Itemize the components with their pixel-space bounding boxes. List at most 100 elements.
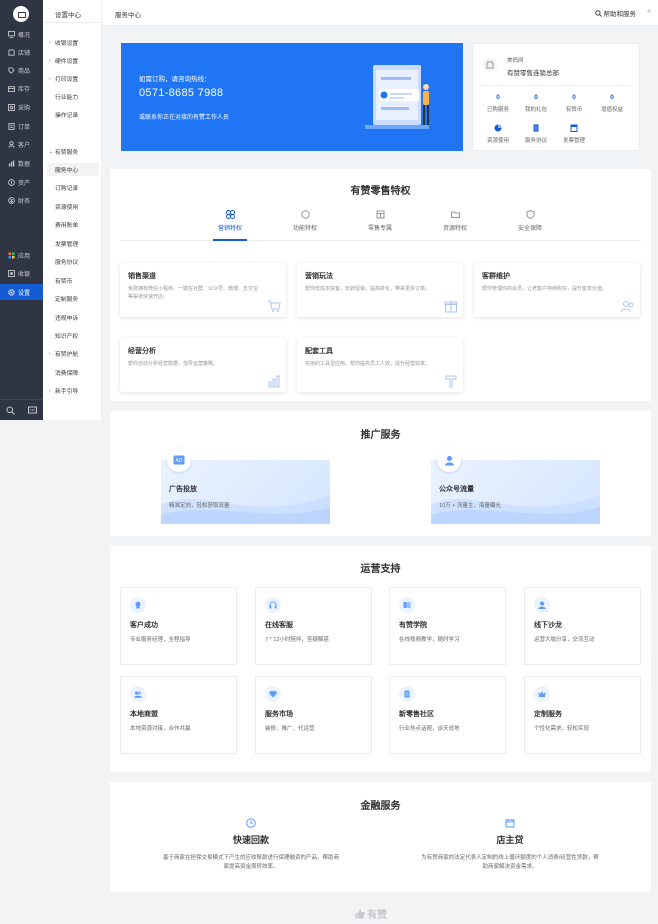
cart-icon [268, 300, 281, 312]
tool-service-agreement[interactable]: 服务协议 [517, 124, 555, 144]
tool-invoice-management[interactable]: 发票管理 [555, 124, 593, 144]
headset-icon [265, 597, 281, 613]
finance-desc-line: 家提高资金周转效率。 [223, 864, 279, 870]
promo-title: 广告投放 [169, 486, 197, 493]
subnav-item-label: 有赞服务 [55, 150, 79, 156]
tab-security[interactable]: 安全保障 [500, 210, 560, 232]
subnav-item-label: 服务中心 [55, 168, 79, 174]
subnav-item[interactable]: › 收银设置 [47, 36, 99, 49]
promo-card-official-account[interactable]: 公众号流量 10万 + 流量主，海量曝光 [431, 460, 600, 524]
shop-logo[interactable] [13, 6, 29, 22]
tab-marketing[interactable]: 营销特权 [200, 210, 260, 232]
rail-item-label: 客户 [18, 142, 31, 149]
subnav-item[interactable]: › 打印设置 [47, 72, 99, 85]
rail-item-orders[interactable]: 订单 [0, 118, 43, 134]
purchase-icon [7, 103, 15, 111]
subnav-item[interactable]: 定制服务 [47, 292, 99, 305]
primary-sidebar: 概况 店铺 商品 库存 采购 订单 客户 数据 资产 财务 应用 收银 设置 [0, 0, 43, 420]
shop-info-card: 美妈网 有赞零售连锁总部 0 已购服务 0 我的礼包 0 有赞币 0 增值权益 资源使用… [472, 43, 640, 151]
rail-item-store[interactable]: 店铺 [0, 44, 43, 60]
subnav-item[interactable]: 违规申诉 [47, 311, 99, 324]
promo-card-ads[interactable]: 广告投放 精准定向，轻松获取流量 [161, 460, 330, 524]
ops-card[interactable]: 服务市场 装修、推广、代运营 [255, 676, 372, 754]
order-icon [7, 122, 15, 130]
subnav-item[interactable]: 消费保障 [47, 366, 99, 379]
subnav-item[interactable]: 知识产权 [47, 329, 99, 342]
search-icon[interactable] [0, 400, 22, 420]
rail-item-apps[interactable]: 应用 [0, 247, 43, 263]
ops-card[interactable]: 有赞学院 在线视频教学，随时学习 [389, 587, 506, 665]
tab-feature[interactable]: 功能特权 [275, 210, 335, 232]
rail-item-data[interactable]: 数据 [0, 155, 43, 171]
subnav-item[interactable]: 服务协议 [47, 255, 99, 268]
stat-value: 0 [534, 94, 538, 101]
rail-item-inventory[interactable]: 库存 [0, 80, 43, 96]
pie-icon [494, 124, 502, 132]
rail-item-purchase[interactable]: 采购 [0, 99, 43, 115]
tab-retail-exclusive[interactable]: 零售专属 [350, 210, 410, 232]
ops-card[interactable]: 客户成功 专业服务经理，全程指导 [120, 587, 237, 665]
rail-item-goods[interactable]: 商品 [0, 62, 43, 78]
rail-item-customer[interactable]: 客户 [0, 136, 43, 152]
collapse-icon[interactable]: « [647, 8, 651, 15]
rail-item-settings[interactable]: 设置 [0, 284, 43, 300]
stat-value: 0 [610, 94, 614, 101]
rail-item-label: 店铺 [18, 50, 31, 57]
alliance-icon [130, 686, 146, 702]
ops-card[interactable]: 线下沙龙 运营大咖分享，交流互动 [524, 587, 641, 665]
help-button[interactable]: 帮助和服务 [594, 8, 636, 18]
subnav-item[interactable]: 操作记录 [47, 108, 99, 121]
subnav-item[interactable]: 订购记录 [47, 181, 99, 194]
ops-title: 本地商盟 [130, 711, 158, 718]
feature-title: 配套工具 [305, 348, 333, 355]
rail-item-finance[interactable]: 财务 [0, 192, 43, 208]
subnav-item[interactable]: 资源使用 [47, 200, 99, 213]
rail-item-assets[interactable]: 资产 [0, 174, 43, 190]
subnav-item[interactable]: 费用账单 [47, 218, 99, 231]
subnav-item-selected[interactable]: 服务中心 [47, 163, 99, 176]
ops-card[interactable]: 本地商盟 本地资源对接，合作共赢 [120, 676, 237, 754]
stat-youzan-coins[interactable]: 0 有赞币 [555, 94, 593, 113]
stat-value-added-rights[interactable]: 0 增值权益 [593, 94, 631, 113]
stat-purchased-services[interactable]: 0 已购服务 [479, 94, 517, 113]
subnav-item-label: 违规申诉 [55, 316, 79, 322]
feature-card[interactable]: 销售渠道 免费拥有微信小程序、一键在社群、公众号、微博、支付宝等渠道快速开店。 [120, 263, 286, 317]
hotline-number: 0571-8685 7988 [139, 87, 224, 99]
finance-desc-line: 基于商家在担保交易模式下产生的应收账款进行保理融资的产品，帮助商 [162, 855, 339, 861]
subnav-item[interactable]: › 新手引导 [47, 384, 99, 397]
rail-item-cashier[interactable]: 收银 [0, 265, 43, 281]
ops-card[interactable]: 在线客服 7 * 12小时陪伴，答疑解惑 [255, 587, 372, 665]
tools-icon [445, 375, 457, 388]
message-icon[interactable] [22, 400, 44, 420]
apps-icon [7, 251, 15, 259]
asset-icon [7, 178, 15, 186]
stat-label: 有赞币 [565, 107, 583, 113]
finance-item-fast-payback[interactable]: 快速回款 基于商家在担保交易模式下产生的应收账款进行保理融资的产品，帮助商 家提高… [141, 818, 361, 872]
ops-card[interactable]: 定制服务 个性化需求，轻松实现 [524, 676, 641, 754]
footer-brand-text: 有赞 [367, 910, 387, 921]
data-icon [7, 159, 15, 167]
feature-title: 营销玩法 [305, 273, 333, 280]
tag-icon [7, 66, 15, 74]
finance-desc-line: 为有赞商家的法定代表人定制的线上循环额度的个人消费/经营性贷款，帮 [421, 855, 599, 861]
subnav-group-open[interactable]: ⌄ 有赞服务 [47, 145, 99, 158]
subnav-item[interactable]: 有赞币 [47, 274, 99, 287]
feature-card[interactable]: 营销玩法 帮你低成本获客，玩转促销，提高转化，带来更多订单。 [297, 263, 463, 317]
promo-title: 公众号流量 [439, 486, 474, 493]
bar-chart-icon [268, 375, 280, 388]
stat-my-gifts[interactable]: 0 我的礼包 [517, 94, 555, 113]
feature-card[interactable]: 经营分析 帮你自动分析经营数据，指导运营策略。 [120, 338, 286, 392]
subnav-item[interactable]: 发票管理 [47, 237, 99, 250]
tool-resource-usage[interactable]: 资源使用 [479, 124, 517, 144]
subnav-item[interactable]: › 有赞护航 [47, 347, 99, 360]
rail-item-overview[interactable]: 概况 [0, 26, 43, 42]
finance-item-owner-loan[interactable]: 店主贷 为有赞商家的法定代表人定制的线上循环额度的个人消费/经营性贷款，帮 助商家… [400, 818, 620, 872]
feature-card[interactable]: 配套工具 实用的工具型应用，帮你提高员工人效，提升经营效率。 [297, 338, 463, 392]
tab-resource[interactable]: 资源特权 [425, 210, 485, 232]
feature-card[interactable]: 客群维护 帮你管理你的会员，让老客户持续购买，提升客单价值。 [474, 263, 640, 317]
ops-card[interactable]: 新零售社区 行业热点话题，谈天说地 [389, 676, 506, 754]
subnav-item[interactable]: 行业能力 [47, 90, 99, 103]
section-title: 金融服务 [360, 801, 401, 812]
subnav-item[interactable]: › 硬件设置 [47, 54, 99, 67]
rail-item-label: 采购 [18, 105, 31, 112]
